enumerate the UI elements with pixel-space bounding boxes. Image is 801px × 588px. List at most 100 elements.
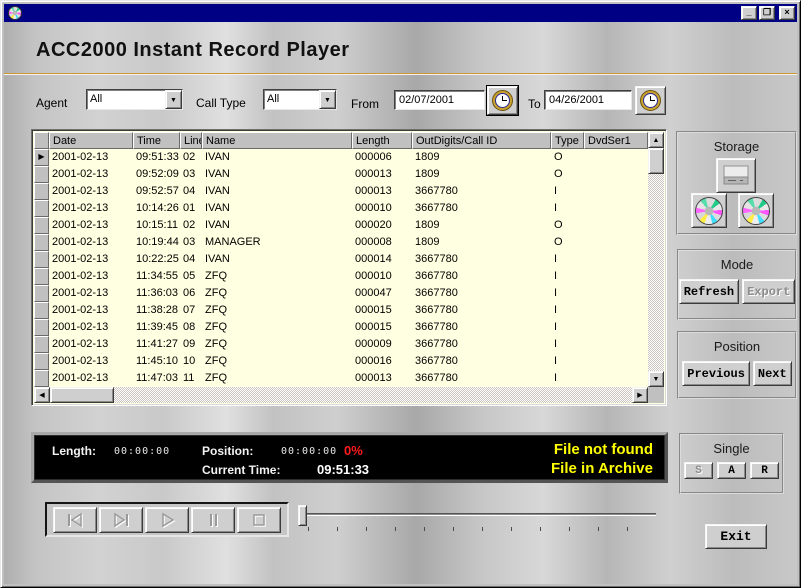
from-date-field[interactable]: 02/07/2001 [394, 90, 485, 110]
drive-storage-button[interactable] [716, 158, 756, 193]
row-selector[interactable] [34, 336, 49, 353]
row-selector[interactable] [34, 251, 49, 268]
table-cell: 2001-02-13 [49, 370, 133, 387]
table-cell [584, 319, 648, 336]
maximize-button[interactable]: ❐ [759, 6, 775, 20]
scroll-down-icon[interactable]: ▼ [648, 371, 664, 387]
exit-button[interactable]: Exit [705, 524, 767, 549]
cd-storage-button-1[interactable] [691, 193, 727, 228]
table-cell: 2001-02-13 [49, 353, 133, 370]
cd-storage-button-2[interactable] [738, 193, 774, 228]
slider-ticks [308, 527, 654, 531]
table-row[interactable]: 2001-02-1311:39:4508ZFQ0000153667780I [34, 319, 648, 336]
table-row[interactable]: ▶2001-02-1309:51:3302IVAN0000061809O [34, 149, 648, 166]
table-cell: O [551, 149, 584, 166]
table-row[interactable]: 2001-02-1309:52:0903IVAN0000131809O [34, 166, 648, 183]
agent-label: Agent [36, 96, 67, 110]
scroll-up-icon[interactable]: ▲ [648, 132, 664, 148]
table-row[interactable]: 2001-02-1311:38:2807ZFQ0000153667780I [34, 302, 648, 319]
column-header-line[interactable]: Line [180, 132, 202, 149]
slider-groove[interactable] [306, 513, 656, 516]
current-time-label: Current Time: [202, 463, 280, 477]
row-selector[interactable] [34, 285, 49, 302]
column-header-time[interactable]: Time [133, 132, 180, 149]
table-row[interactable]: 2001-02-1310:15:1102IVAN0000201809O [34, 217, 648, 234]
table-cell: 02 [180, 149, 202, 166]
vertical-scrollbar[interactable]: ▲ ▼ [648, 132, 664, 387]
table-cell: 3667780 [412, 268, 551, 285]
single-s-button[interactable]: S [684, 462, 713, 479]
stop-button[interactable] [237, 507, 281, 533]
chevron-down-icon[interactable]: ▼ [165, 90, 182, 109]
scroll-left-icon[interactable]: ◀ [34, 387, 50, 403]
table-row[interactable]: 2001-02-1310:19:4403MANAGER0000081809O [34, 234, 648, 251]
table-cell: 3667780 [412, 302, 551, 319]
table-row[interactable]: 2001-02-1311:47:0311ZFQ0000133667780I [34, 370, 648, 387]
column-header-dvdser1[interactable]: DvdSer1 [584, 132, 648, 149]
row-selector[interactable] [34, 217, 49, 234]
single-a-button[interactable]: A [717, 462, 746, 479]
column-header-length[interactable]: Length [352, 132, 412, 149]
table-cell: ZFQ [202, 353, 352, 370]
pause-button[interactable] [191, 507, 235, 533]
refresh-button[interactable]: Refresh [679, 279, 739, 304]
agent-combo[interactable]: All ▼ [86, 89, 183, 110]
export-button[interactable]: Export [742, 279, 795, 304]
horizontal-scroll-thumb[interactable] [50, 387, 114, 403]
vertical-scroll-thumb[interactable] [648, 148, 664, 174]
table-cell: IVAN [202, 217, 352, 234]
table-row[interactable]: 2001-02-1310:22:2504IVAN0000143667780I [34, 251, 648, 268]
column-header-type[interactable]: Type [551, 132, 584, 149]
row-selector[interactable] [34, 183, 49, 200]
vertical-scroll-track[interactable] [648, 174, 664, 371]
call-type-combo[interactable]: All ▼ [263, 89, 337, 110]
table-cell: 03 [180, 166, 202, 183]
row-selector[interactable]: ▶ [34, 149, 49, 166]
row-selector[interactable] [34, 319, 49, 336]
row-selector[interactable] [34, 166, 49, 183]
row-selector[interactable] [34, 370, 49, 387]
table-row[interactable]: 2001-02-1311:41:2709ZFQ0000093667780I [34, 336, 648, 353]
table-cell: 3667780 [412, 200, 551, 217]
skip-forward-button[interactable] [99, 507, 143, 533]
column-header-outdigits[interactable]: OutDigits/Call ID [412, 132, 551, 149]
table-cell: 1809 [412, 149, 551, 166]
table-row[interactable]: 2001-02-1311:34:5505ZFQ0000103667780I [34, 268, 648, 285]
row-selector[interactable] [34, 234, 49, 251]
column-header-name[interactable]: Name [202, 132, 352, 149]
close-button[interactable]: × [779, 6, 795, 20]
scroll-right-icon[interactable]: ▶ [632, 387, 648, 403]
skip-back-button[interactable] [53, 507, 97, 533]
table-row[interactable]: 2001-02-1311:45:1010ZFQ0000163667780I [34, 353, 648, 370]
table-row[interactable]: 2001-02-1311:36:0306ZFQ0000473667780I [34, 285, 648, 302]
to-calendar-button[interactable] [635, 86, 666, 115]
to-date-field[interactable]: 04/26/2001 [544, 90, 632, 110]
slider-thumb[interactable] [298, 505, 307, 526]
previous-button[interactable]: Previous [682, 361, 750, 386]
table-cell: 04 [180, 183, 202, 200]
chevron-down-icon[interactable]: ▼ [319, 90, 336, 109]
table-cell: I [551, 370, 584, 387]
table-cell: IVAN [202, 166, 352, 183]
table-row[interactable]: 2001-02-1309:52:5704IVAN0000133667780I [34, 183, 648, 200]
horizontal-scroll-track[interactable] [114, 387, 632, 403]
table-cell: I [551, 319, 584, 336]
table-cell: 11:47:03 [133, 370, 180, 387]
row-selector[interactable] [34, 302, 49, 319]
play-button[interactable] [145, 507, 189, 533]
table-cell: 11:45:10 [133, 353, 180, 370]
table-cell: 08 [180, 319, 202, 336]
table-row[interactable]: 2001-02-1310:14:2601IVAN0000103667780I [34, 200, 648, 217]
next-button[interactable]: Next [753, 361, 792, 386]
single-r-button[interactable]: R [750, 462, 779, 479]
row-selector[interactable] [34, 200, 49, 217]
table-cell: 2001-02-13 [49, 302, 133, 319]
from-calendar-button[interactable] [487, 86, 518, 115]
row-selector[interactable] [34, 353, 49, 370]
minimize-button[interactable]: _ [741, 6, 757, 20]
mode-title: Mode [679, 257, 795, 272]
column-header-date[interactable]: Date [49, 132, 133, 149]
horizontal-scrollbar[interactable]: ◀ ▶ [34, 387, 648, 403]
table-cell: 1809 [412, 234, 551, 251]
row-selector[interactable] [34, 268, 49, 285]
